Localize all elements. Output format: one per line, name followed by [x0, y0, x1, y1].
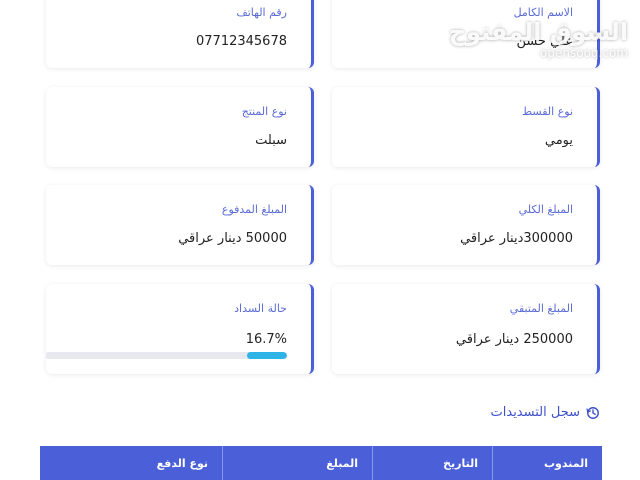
paid-amount-value: 50000 دينار عراقي	[178, 231, 287, 246]
installment-type-value: يومي	[544, 133, 573, 148]
installment-type-card: نوع القسط يومي	[332, 87, 600, 167]
remaining-amount-value: 250000 دينار عراقي	[455, 332, 573, 347]
phone-label: رقم الهاتف	[236, 6, 287, 19]
remaining-amount-card: المبلغ المتبقي 250000 دينار عراقي	[332, 284, 600, 374]
total-amount-value: 300000دينار عراقي	[460, 231, 573, 246]
payment-status-percent: 16.7%	[245, 332, 287, 347]
total-amount-card: المبلغ الكلي 300000دينار عراقي	[332, 185, 600, 265]
product-type-card: نوع المنتج سبلت	[46, 87, 314, 167]
payment-status-card: حالة السداد 16.7%	[46, 284, 314, 374]
payments-table-header: المندوب التاريخ المبلغ نوع الدفع	[40, 446, 602, 480]
phone-card: رقم الهاتف 07712345678	[46, 0, 314, 68]
full-name-label: الاسم الكامل	[513, 6, 573, 19]
payment-progress-fill	[246, 352, 287, 359]
column-amount[interactable]: المبلغ	[222, 446, 372, 480]
history-icon	[586, 406, 599, 419]
installment-type-label: نوع القسط	[521, 105, 573, 118]
installment-details-panel: الاسم الكامل علي حسن رقم الهاتف 07712345…	[0, 0, 640, 480]
full-name-card: الاسم الكامل علي حسن	[332, 0, 600, 68]
payment-progress-bar	[46, 352, 287, 359]
column-date[interactable]: التاريخ	[372, 446, 492, 480]
payment-status-label: حالة السداد	[234, 302, 287, 315]
paid-amount-label: المبلغ المدفوع	[221, 203, 287, 216]
product-type-value: سبلت	[255, 133, 287, 148]
total-amount-label: المبلغ الكلي	[518, 203, 573, 216]
paid-amount-card: المبلغ المدفوع 50000 دينار عراقي	[46, 185, 314, 265]
full-name-value: علي حسن	[516, 34, 573, 49]
column-payment-type[interactable]: نوع الدفع	[40, 446, 222, 480]
product-type-label: نوع المنتج	[241, 105, 287, 118]
remaining-amount-label: المبلغ المتبقي	[509, 302, 573, 315]
payment-history-heading: سجل التسديدات	[491, 405, 600, 420]
payment-history-title: سجل التسديدات	[490, 405, 580, 420]
phone-value: 07712345678	[196, 34, 287, 49]
column-agent[interactable]: المندوب	[492, 446, 602, 480]
